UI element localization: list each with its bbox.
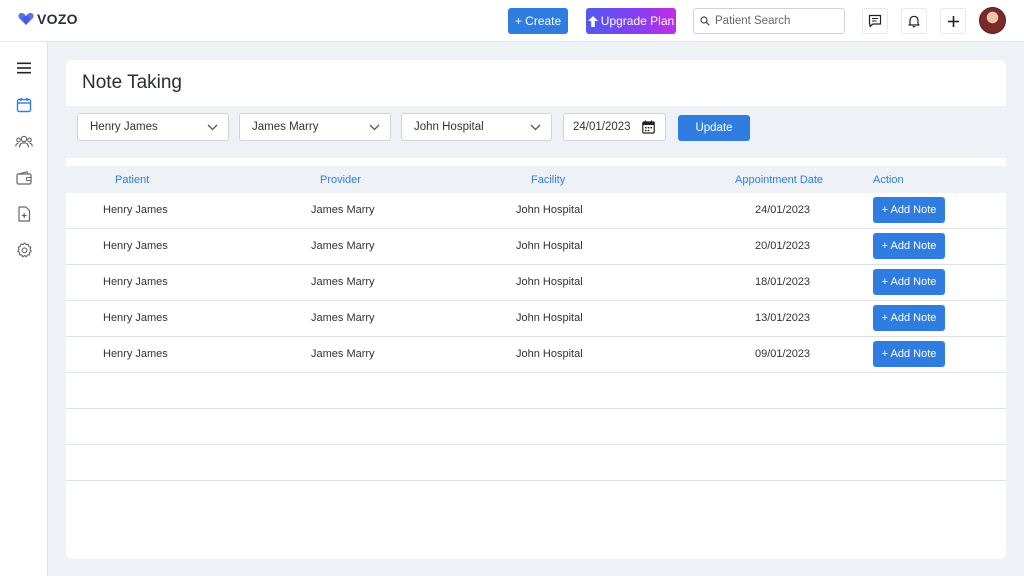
bell-icon bbox=[908, 15, 920, 28]
column-header-provider: Provider bbox=[320, 174, 361, 186]
provider-select[interactable]: James Marry bbox=[239, 113, 391, 141]
empty-table-row bbox=[66, 445, 1006, 481]
cell-provider: James Marry bbox=[311, 204, 375, 216]
cell-facility: John Hospital bbox=[516, 312, 583, 324]
user-avatar[interactable] bbox=[979, 7, 1006, 34]
table-row: Henry James James Marry John Hospital 18… bbox=[66, 265, 1006, 301]
cell-provider: James Marry bbox=[311, 240, 375, 252]
table-row: Henry James James Marry John Hospital 13… bbox=[66, 301, 1006, 337]
cell-facility: John Hospital bbox=[516, 204, 583, 216]
cell-facility: John Hospital bbox=[516, 276, 583, 288]
users-icon bbox=[15, 135, 33, 148]
arrow-up-icon bbox=[587, 15, 598, 27]
patient-select[interactable]: Henry James bbox=[77, 113, 229, 141]
table-header: Patient Provider Facility Appointment Da… bbox=[66, 166, 1006, 193]
create-button[interactable]: + Create bbox=[508, 8, 568, 34]
sidebar-item-documents[interactable] bbox=[14, 204, 34, 224]
document-add-icon bbox=[18, 206, 31, 222]
notifications-button[interactable] bbox=[901, 8, 927, 34]
sidebar-item-patients[interactable] bbox=[14, 132, 34, 152]
column-header-appointment-date: Appointment Date bbox=[735, 174, 824, 186]
patient-select-value: Henry James bbox=[90, 121, 158, 133]
chevron-down-icon bbox=[369, 124, 380, 130]
sidebar-item-settings[interactable] bbox=[14, 240, 34, 260]
add-button[interactable] bbox=[940, 8, 966, 34]
provider-select-value: James Marry bbox=[252, 121, 319, 133]
calendar-icon bbox=[16, 97, 32, 113]
patient-search[interactable] bbox=[693, 8, 845, 34]
cell-appointment-date: 24/01/2023 bbox=[755, 204, 811, 216]
table-row: Henry James James Marry John Hospital 20… bbox=[66, 229, 1006, 265]
add-note-button[interactable]: + Add Note bbox=[873, 305, 945, 331]
empty-table-row bbox=[66, 373, 1006, 409]
note-taking-card: Note Taking Henry James James Marry John… bbox=[66, 60, 1006, 559]
spacer bbox=[66, 158, 1006, 166]
cell-patient: Henry James bbox=[103, 348, 168, 360]
chevron-down-icon bbox=[207, 124, 218, 130]
sidebar-item-calendar[interactable] bbox=[14, 95, 34, 115]
cell-appointment-date: 09/01/2023 bbox=[755, 348, 811, 360]
cell-provider: James Marry bbox=[311, 348, 375, 360]
menu-icon bbox=[17, 62, 31, 74]
app-name: VOZO bbox=[37, 11, 78, 27]
cell-patient: Henry James bbox=[103, 312, 168, 324]
cell-appointment-date: 20/01/2023 bbox=[755, 240, 811, 252]
heart-logo-icon bbox=[18, 13, 34, 25]
calendar-icon[interactable] bbox=[642, 120, 655, 134]
table-row: Henry James James Marry John Hospital 09… bbox=[66, 337, 1006, 373]
upgrade-plan-label: Upgrade Plan bbox=[600, 14, 675, 28]
page-title: Note Taking bbox=[82, 72, 182, 93]
cell-facility: John Hospital bbox=[516, 348, 583, 360]
empty-table-row bbox=[66, 409, 1006, 445]
sidebar bbox=[0, 42, 48, 576]
date-picker[interactable]: 24/01/2023 bbox=[563, 113, 666, 141]
app-logo[interactable]: VOZO bbox=[18, 11, 78, 27]
column-header-patient: Patient bbox=[115, 174, 150, 186]
column-header-facility: Facility bbox=[531, 174, 566, 186]
column-header-action: Action bbox=[873, 174, 904, 186]
cell-appointment-date: 13/01/2023 bbox=[755, 312, 811, 324]
cell-provider: James Marry bbox=[311, 276, 375, 288]
upgrade-plan-button[interactable]: Upgrade Plan bbox=[586, 8, 676, 34]
add-note-button[interactable]: + Add Note bbox=[873, 341, 945, 367]
date-picker-value: 24/01/2023 bbox=[573, 121, 631, 133]
cell-provider: James Marry bbox=[311, 312, 375, 324]
plus-icon bbox=[947, 15, 959, 27]
sidebar-item-billing[interactable] bbox=[14, 168, 34, 188]
cell-patient: Henry James bbox=[103, 204, 168, 216]
messages-button[interactable] bbox=[862, 8, 888, 34]
table-row: Henry James James Marry John Hospital 24… bbox=[66, 193, 1006, 229]
wallet-icon bbox=[16, 171, 32, 185]
gear-icon bbox=[16, 241, 32, 257]
chevron-down-icon bbox=[530, 124, 541, 130]
title-band: Note Taking bbox=[66, 60, 1006, 106]
facility-select-value: John Hospital bbox=[414, 121, 484, 133]
patient-search-input[interactable] bbox=[715, 15, 835, 27]
cell-facility: John Hospital bbox=[516, 240, 583, 252]
facility-select[interactable]: John Hospital bbox=[401, 113, 552, 141]
add-note-button[interactable]: + Add Note bbox=[873, 269, 945, 295]
update-button[interactable]: Update bbox=[678, 115, 750, 141]
cell-appointment-date: 18/01/2023 bbox=[755, 276, 811, 288]
add-note-button[interactable]: + Add Note bbox=[873, 197, 945, 223]
chat-icon bbox=[868, 14, 882, 28]
top-bar: VOZO + Create Upgrade Plan bbox=[0, 0, 1024, 42]
add-note-button[interactable]: + Add Note bbox=[873, 233, 945, 259]
sidebar-menu-toggle[interactable] bbox=[14, 58, 34, 78]
cell-patient: Henry James bbox=[103, 276, 168, 288]
cell-patient: Henry James bbox=[103, 240, 168, 252]
search-icon bbox=[700, 16, 710, 26]
